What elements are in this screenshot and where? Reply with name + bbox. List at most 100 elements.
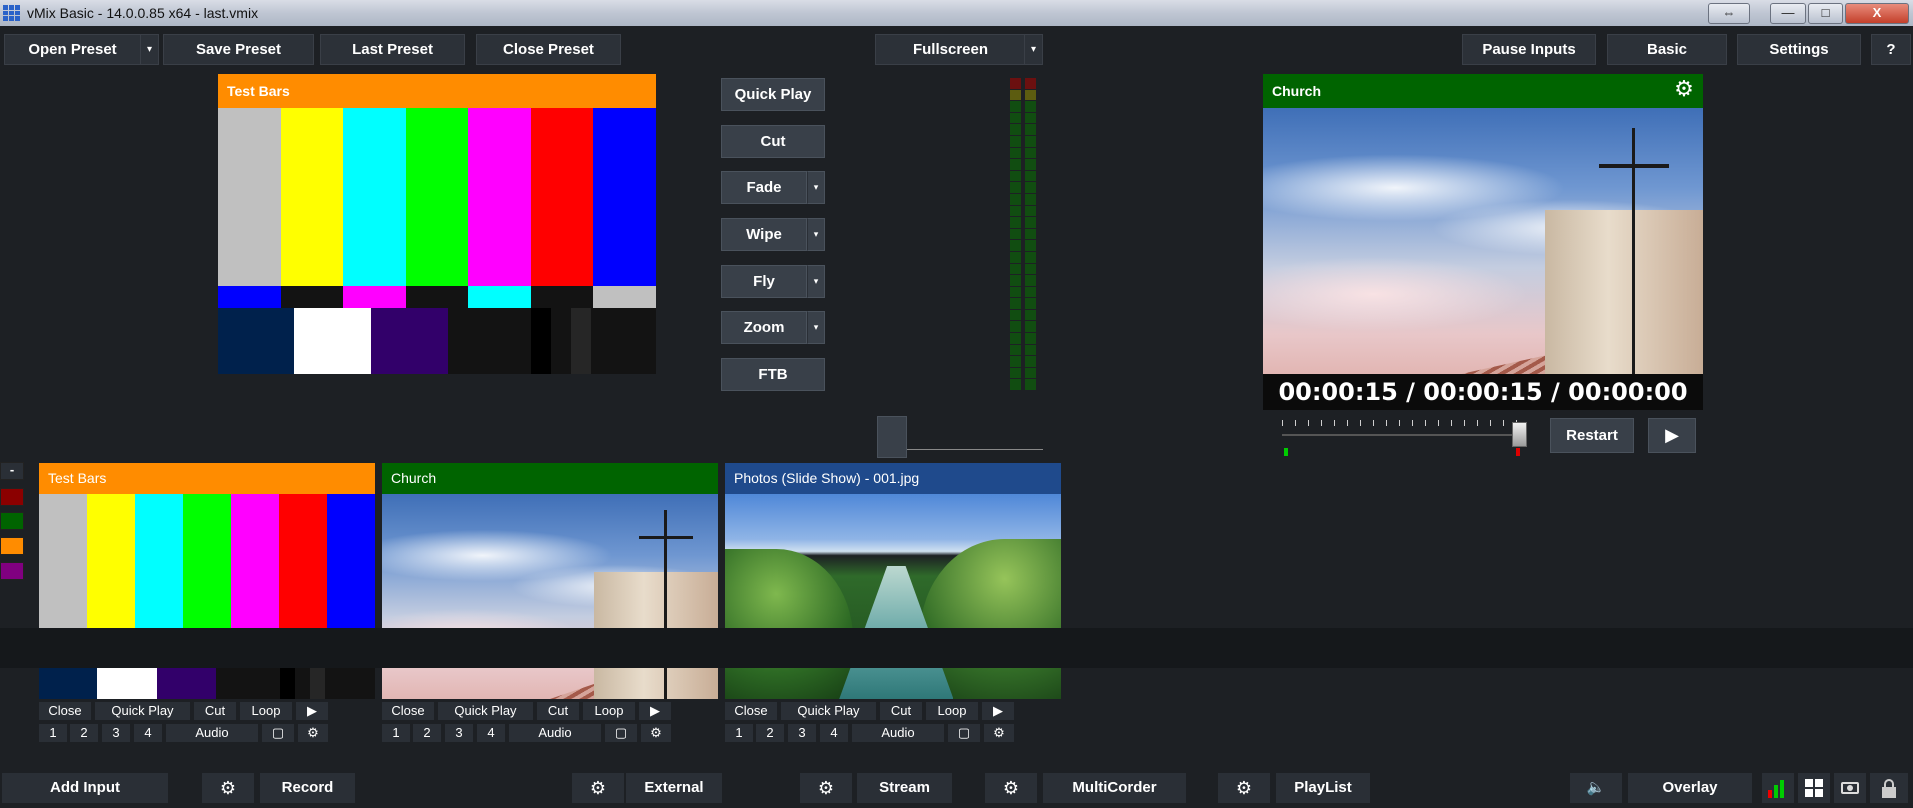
input-1-overlay-3-button[interactable]: 3 [102, 724, 130, 742]
output-settings-gear-icon[interactable]: ⚙ [1671, 76, 1697, 102]
input-2-audio-button[interactable]: Audio [509, 724, 601, 742]
input-2-loop-button[interactable]: Loop [583, 702, 635, 720]
fade-dropdown[interactable]: ▾ [807, 171, 825, 204]
input-2-title[interactable]: Church [382, 463, 718, 494]
input-1-close-button[interactable]: Close [39, 702, 91, 720]
fly-dropdown[interactable]: ▾ [807, 265, 825, 298]
color-tags-collapse-button[interactable]: - [0, 462, 24, 480]
minimize-button[interactable]: — [1770, 3, 1806, 24]
fullscreen-dropdown[interactable]: ▾ [1024, 34, 1043, 65]
input-3-play-button[interactable]: ▶ [982, 702, 1014, 720]
resize-toggle-button[interactable]: ⇔ [1708, 3, 1750, 24]
input-3-overlay-4-button[interactable]: 4 [820, 724, 848, 742]
color-tag-green[interactable] [0, 512, 24, 530]
add-input-button[interactable]: Add Input [2, 773, 168, 803]
input-3-thumbnail[interactable] [725, 494, 1061, 699]
input-1-overlay-4-button[interactable]: 4 [134, 724, 162, 742]
input-1-overlay-1-button[interactable]: 1 [39, 724, 67, 742]
open-preset-button[interactable]: Open Preset [4, 34, 141, 65]
input-1-cut-button[interactable]: Cut [194, 702, 236, 720]
snapshot-camera-icon[interactable] [1834, 773, 1866, 803]
output-scrubber-track[interactable] [1282, 434, 1524, 436]
input-2-monitor-icon[interactable]: ▢ [605, 724, 637, 742]
input-1-quick-play-button[interactable]: Quick Play [95, 702, 190, 720]
input-3-audio-button[interactable]: Audio [852, 724, 944, 742]
input-1-title[interactable]: Test Bars [39, 463, 375, 494]
input-3-overlay-3-button[interactable]: 3 [788, 724, 816, 742]
input-3-title[interactable]: Photos (Slide Show) - 001.jpg [725, 463, 1061, 494]
last-preset-button[interactable]: Last Preset [320, 34, 465, 65]
record-button[interactable]: Record [260, 773, 355, 803]
output-scrubber-handle[interactable] [1512, 422, 1527, 447]
maximize-button[interactable]: □ [1808, 3, 1843, 24]
fullscreen-button[interactable]: Fullscreen [875, 34, 1026, 65]
input-2-overlay-2-button[interactable]: 2 [413, 724, 441, 742]
multicorder-settings-gear-icon[interactable]: ⚙ [985, 773, 1037, 803]
record-settings-gear-icon[interactable]: ⚙ [202, 773, 254, 803]
ftb-button[interactable]: FTB [721, 358, 825, 391]
basic-button[interactable]: Basic [1607, 34, 1727, 65]
open-preset-dropdown[interactable]: ▾ [140, 34, 159, 65]
input-2-overlay-4-button[interactable]: 4 [477, 724, 505, 742]
output-scrubber-ticks [1282, 420, 1522, 426]
preview-test-bars[interactable] [218, 108, 656, 374]
input-3-quick-play-button[interactable]: Quick Play [781, 702, 876, 720]
input-1-audio-button[interactable]: Audio [166, 724, 258, 742]
input-2-settings-gear-icon[interactable]: ⚙ [641, 724, 671, 742]
input-3-close-button[interactable]: Close [725, 702, 777, 720]
input-2-close-button[interactable]: Close [382, 702, 434, 720]
input-1-play-button[interactable]: ▶ [296, 702, 328, 720]
input-3-overlay-1-button[interactable]: 1 [725, 724, 753, 742]
input-1-monitor-icon[interactable]: ▢ [262, 724, 294, 742]
output-play-button[interactable]: ▶ [1648, 418, 1696, 453]
input-1-overlay-2-button[interactable]: 2 [70, 724, 98, 742]
input-3-monitor-icon[interactable]: ▢ [948, 724, 980, 742]
input-3-loop-button[interactable]: Loop [926, 702, 978, 720]
restart-button[interactable]: Restart [1550, 418, 1634, 453]
external-button[interactable]: External [626, 773, 722, 803]
input-1-loop-button[interactable]: Loop [240, 702, 292, 720]
pause-inputs-button[interactable]: Pause Inputs [1462, 34, 1596, 65]
stream-button[interactable]: Stream [857, 773, 952, 803]
fly-button[interactable]: Fly [721, 265, 807, 298]
multiview-layout-icon[interactable] [1798, 773, 1830, 803]
lock-icon[interactable] [1870, 773, 1908, 803]
playlist-settings-gear-icon[interactable]: ⚙ [1218, 773, 1270, 803]
settings-button[interactable]: Settings [1737, 34, 1861, 65]
vmix-app-icon [3, 5, 20, 21]
external-settings-gear-icon[interactable]: ⚙ [572, 773, 624, 803]
master-audio-speaker-icon[interactable]: 🔈 [1570, 773, 1622, 803]
color-tag-purple[interactable] [0, 562, 24, 580]
input-2-overlay-1-button[interactable]: 1 [382, 724, 410, 742]
input-3-overlay-2-button[interactable]: 2 [756, 724, 784, 742]
window-titlebar: vMix Basic - 14.0.0.85 x64 - last.vmix ⇔… [0, 0, 1913, 26]
color-tag-red[interactable] [0, 488, 24, 506]
wipe-button[interactable]: Wipe [721, 218, 807, 251]
save-preset-button[interactable]: Save Preset [163, 34, 314, 65]
input-2-cut-button[interactable]: Cut [537, 702, 579, 720]
stream-settings-gear-icon[interactable]: ⚙ [800, 773, 852, 803]
cut-button[interactable]: Cut [721, 125, 825, 158]
input-3-settings-gear-icon[interactable]: ⚙ [984, 724, 1014, 742]
color-tag-orange[interactable] [0, 537, 24, 555]
t-bar-handle[interactable] [877, 416, 907, 458]
input-1-thumbnail[interactable] [39, 494, 375, 699]
close-window-button[interactable]: X [1845, 3, 1909, 24]
zoom-dropdown[interactable]: ▾ [807, 311, 825, 344]
quick-play-button[interactable]: Quick Play [721, 78, 825, 111]
input-2-quick-play-button[interactable]: Quick Play [438, 702, 533, 720]
input-3-cut-button[interactable]: Cut [880, 702, 922, 720]
input-2-overlay-3-button[interactable]: 3 [445, 724, 473, 742]
input-2-thumbnail[interactable] [382, 494, 718, 699]
input-1-settings-gear-icon[interactable]: ⚙ [298, 724, 328, 742]
playlist-button[interactable]: PlayList [1276, 773, 1370, 803]
overlay-button[interactable]: Overlay [1628, 773, 1752, 803]
audio-levels-icon[interactable] [1762, 773, 1794, 803]
zoom-button[interactable]: Zoom [721, 311, 807, 344]
multicorder-button[interactable]: MultiCorder [1043, 773, 1186, 803]
fade-button[interactable]: Fade [721, 171, 807, 204]
input-2-play-button[interactable]: ▶ [639, 702, 671, 720]
close-preset-button[interactable]: Close Preset [476, 34, 621, 65]
wipe-dropdown[interactable]: ▾ [807, 218, 825, 251]
help-button[interactable]: ? [1871, 34, 1911, 65]
